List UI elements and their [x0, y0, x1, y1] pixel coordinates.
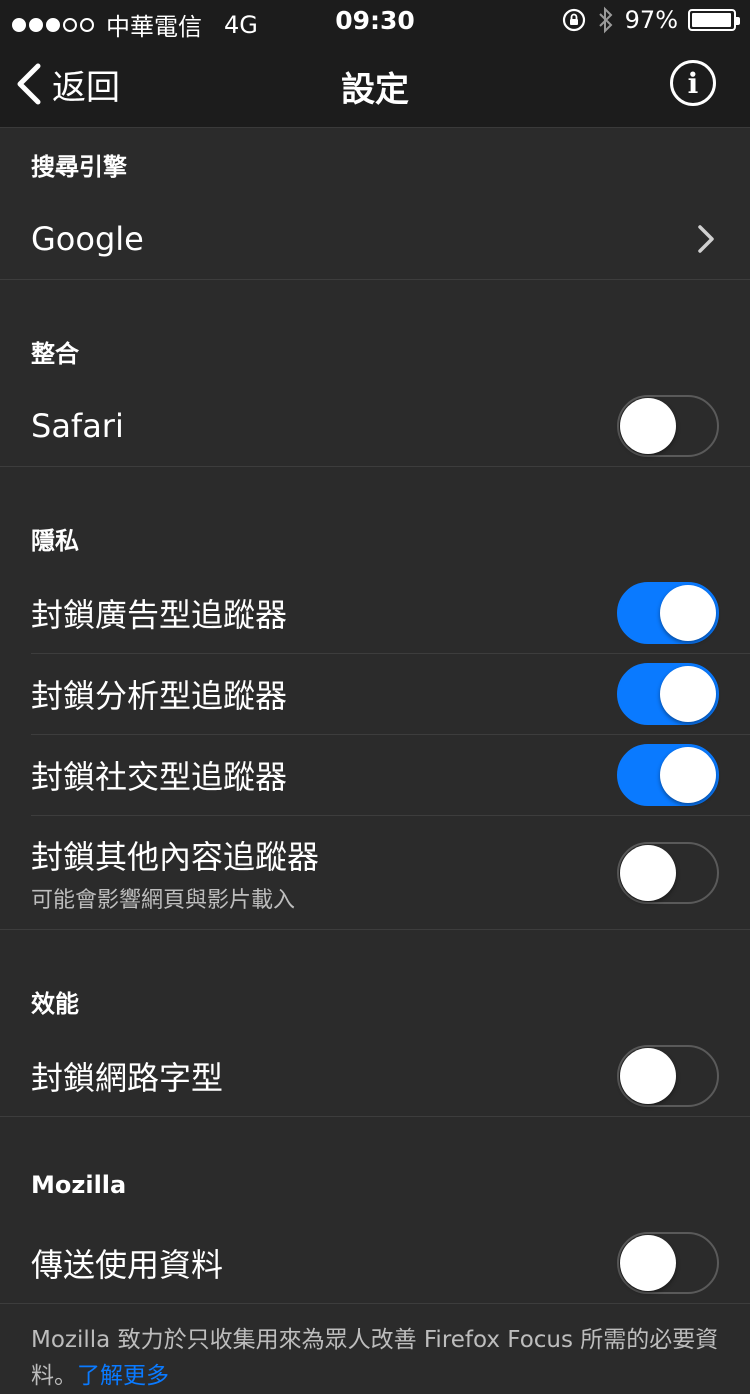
bluetooth-icon	[598, 6, 613, 34]
network-type: 4G	[224, 10, 258, 39]
settings-list: 搜尋引擎 Google 整合 Safari 隱私 封鎖廣告型追蹤器 封鎖分析型追…	[0, 129, 750, 1394]
safari-toggle[interactable]	[617, 395, 719, 457]
block-web-fonts-toggle[interactable]	[617, 1045, 719, 1107]
status-right: 97%	[561, 6, 740, 34]
block-social-trackers-toggle[interactable]	[617, 744, 719, 806]
block-other-trackers-row: 封鎖其他內容追蹤器 可能會影響網頁與影片載入	[0, 816, 750, 929]
send-usage-data-label: 傳送使用資料	[31, 1246, 224, 1284]
search-engine-value: Google	[31, 220, 144, 258]
info-icon[interactable]: i	[670, 60, 716, 106]
usage-data-footer: Mozilla 致力於只收集用來為眾人改善 Firefox Focus 所需的必…	[0, 1304, 750, 1394]
navigation-bar: 返回 設定 i	[0, 40, 750, 128]
battery-icon	[688, 9, 740, 31]
block-analytics-trackers-toggle[interactable]	[617, 663, 719, 725]
section-header-search: 搜尋引擎	[31, 153, 127, 181]
status-left: 中華電信 4G	[12, 7, 258, 42]
block-other-trackers-toggle[interactable]	[617, 841, 719, 904]
learn-more-link[interactable]: 了解更多	[77, 1363, 169, 1389]
send-usage-data-toggle[interactable]	[617, 1232, 719, 1294]
carrier-name: 中華電信	[106, 13, 202, 41]
safari-row: Safari	[0, 386, 750, 466]
block-analytics-trackers-label: 封鎖分析型追蹤器	[31, 677, 288, 715]
rotation-lock-icon	[562, 8, 585, 32]
battery-percent: 97%	[624, 6, 678, 34]
block-web-fonts-label: 封鎖網路字型	[31, 1059, 224, 1097]
section-header-privacy: 隱私	[31, 527, 79, 555]
search-engine-row[interactable]: Google	[0, 199, 750, 279]
send-usage-data-row: 傳送使用資料	[0, 1223, 750, 1303]
chevron-left-icon	[17, 63, 41, 105]
safari-label: Safari	[31, 407, 124, 445]
chevron-right-icon	[698, 225, 714, 253]
section-header-integration: 整合	[31, 340, 79, 368]
back-button[interactable]: 返回	[14, 58, 120, 110]
block-ad-trackers-row: 封鎖廣告型追蹤器	[0, 573, 750, 653]
status-bar: 中華電信 4G 09:30 97%	[0, 0, 750, 42]
block-other-trackers-label: 封鎖其他內容追蹤器	[31, 837, 320, 876]
section-header-mozilla: Mozilla	[31, 1171, 127, 1199]
block-web-fonts-row: 封鎖網路字型	[0, 1036, 750, 1116]
block-ad-trackers-toggle[interactable]	[617, 582, 719, 644]
section-header-performance: 效能	[31, 990, 79, 1018]
signal-strength-icon	[12, 17, 94, 32]
block-social-trackers-row: 封鎖社交型追蹤器	[0, 735, 750, 815]
block-social-trackers-label: 封鎖社交型追蹤器	[31, 758, 288, 796]
block-ad-trackers-label: 封鎖廣告型追蹤器	[31, 596, 288, 634]
back-label: 返回	[52, 67, 120, 108]
block-other-trackers-note: 可能會影響網頁與影片載入	[31, 887, 296, 913]
block-analytics-trackers-row: 封鎖分析型追蹤器	[0, 654, 750, 734]
block-other-trackers-text: 封鎖其他內容追蹤器 可能會影響網頁與影片載入	[31, 832, 319, 914]
